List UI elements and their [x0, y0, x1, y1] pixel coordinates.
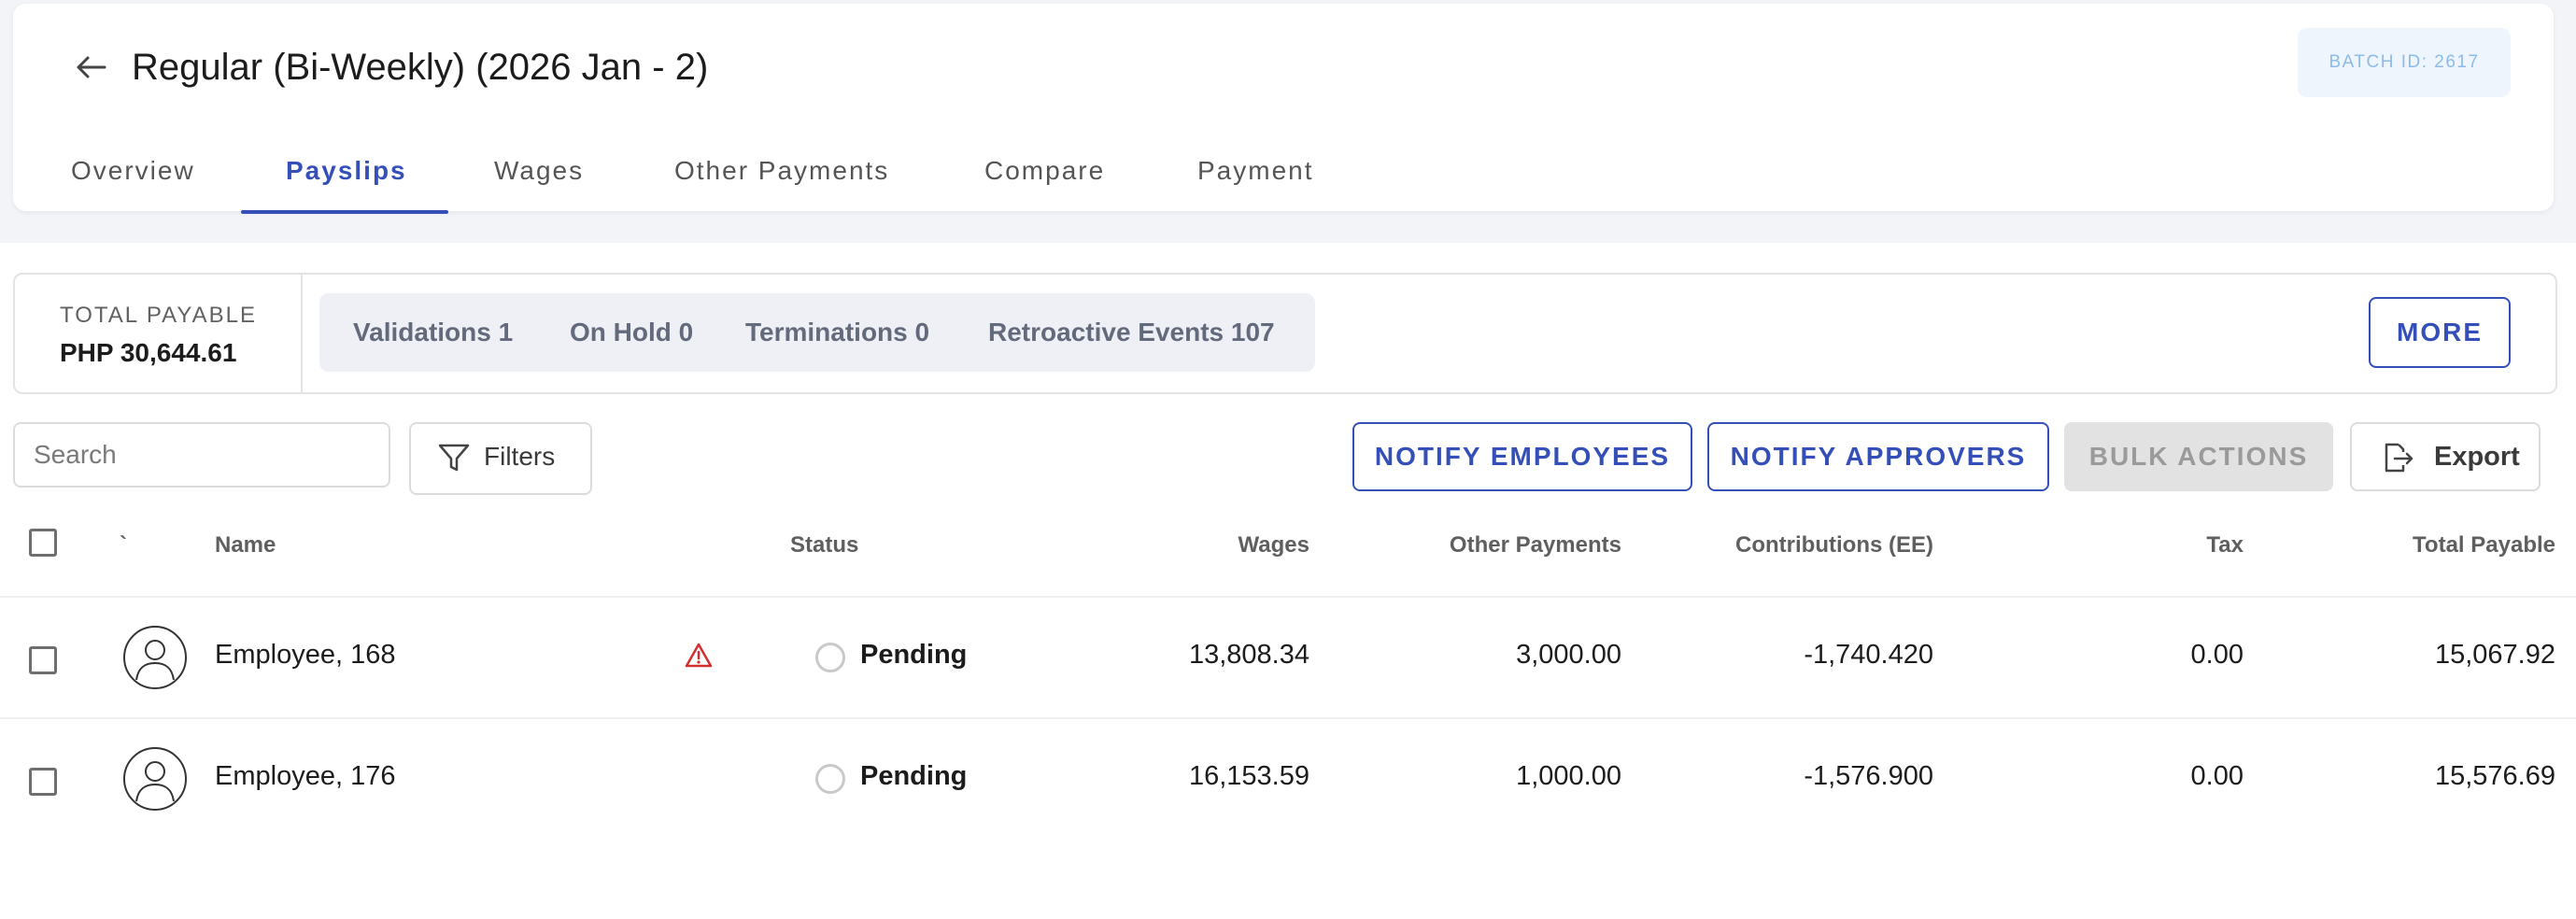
search-input[interactable] — [13, 422, 390, 488]
summary-divider — [301, 275, 303, 392]
warning-icon[interactable] — [684, 641, 714, 671]
person-icon — [135, 640, 175, 681]
pending-status-icon — [815, 764, 845, 794]
main-content: TOTAL PAYABLE PHP 30,644.61 Validations … — [0, 243, 2576, 919]
total-payable-value: 15,576.69 — [2434, 761, 2555, 791]
avatar — [123, 747, 187, 811]
column-header-status[interactable]: Status — [790, 532, 858, 558]
column-header-marker: ` — [120, 532, 127, 558]
table-row[interactable]: Employee, 176 Pending 16,153.59 1,000.00… — [0, 719, 2576, 839]
table-row[interactable]: Employee, 168 Pending 13,808.34 3,000.00… — [0, 598, 2576, 717]
batch-id-badge: BATCH ID: 2617 — [2298, 28, 2511, 97]
terminations-chip[interactable]: Terminations 0 — [745, 293, 929, 372]
back-arrow-icon[interactable] — [71, 47, 112, 88]
employee-name[interactable]: Employee, 176 — [215, 761, 395, 792]
tab-payment[interactable]: Payment — [1197, 144, 1314, 217]
column-header-name[interactable]: Name — [215, 532, 276, 558]
column-header-tax[interactable]: Tax — [2057, 532, 2243, 558]
row-checkbox[interactable] — [29, 768, 57, 796]
contributions-value: -1,740.420 — [1804, 640, 1933, 670]
export-label: Export — [2434, 442, 2520, 472]
column-header-wages[interactable]: Wages — [1123, 532, 1309, 558]
active-tab-indicator — [241, 210, 448, 214]
column-header-contributions[interactable]: Contributions (EE) — [1653, 532, 1933, 558]
avatar — [123, 626, 187, 689]
header-card: Regular (Bi-Weekly) (2026 Jan - 2) BATCH… — [13, 4, 2554, 214]
summary-bar: TOTAL PAYABLE PHP 30,644.61 Validations … — [13, 273, 2557, 394]
export-icon — [2385, 443, 2413, 473]
filter-icon — [438, 444, 470, 472]
tab-compare[interactable]: Compare — [984, 144, 1105, 217]
tax-value: 0.00 — [2190, 640, 2243, 670]
wages-value: 16,153.59 — [1188, 761, 1309, 791]
retroactive-events-chip[interactable]: Retroactive Events 107 — [988, 293, 1275, 372]
tab-payslips[interactable]: Payslips — [286, 144, 407, 217]
select-all-checkbox[interactable] — [29, 529, 57, 557]
event-chip-group: Validations 1 On Hold 0 Terminations 0 R… — [319, 293, 1315, 372]
filters-label: Filters — [484, 442, 556, 471]
tab-other-payments[interactable]: Other Payments — [674, 144, 889, 217]
notify-approvers-button[interactable]: NOTIFY APPROVERS — [1707, 422, 2049, 491]
row-checkbox[interactable] — [29, 646, 57, 674]
employee-name[interactable]: Employee, 168 — [215, 640, 395, 671]
more-button[interactable]: MORE — [2369, 297, 2511, 368]
export-button[interactable]: Export — [2350, 422, 2541, 491]
total-payable-value: PHP 30,644.61 — [60, 338, 237, 367]
status-text: Pending — [860, 761, 968, 791]
bulk-actions-button[interactable]: BULK ACTIONS — [2064, 422, 2333, 491]
tab-overview[interactable]: Overview — [71, 144, 195, 217]
status-text: Pending — [860, 640, 968, 670]
other-payments-value: 1,000.00 — [1516, 761, 1621, 791]
total-payable-value: 15,067.92 — [2434, 640, 2555, 670]
validations-chip[interactable]: Validations 1 — [353, 293, 513, 372]
other-payments-value: 3,000.00 — [1516, 640, 1621, 670]
column-header-total-payable[interactable]: Total Payable — [2275, 532, 2555, 558]
pending-status-icon — [815, 643, 845, 672]
tax-value: 0.00 — [2190, 761, 2243, 791]
wages-value: 13,808.34 — [1188, 640, 1309, 670]
column-header-other-payments[interactable]: Other Payments — [1341, 532, 1621, 558]
total-payable-caption: TOTAL PAYABLE — [60, 303, 257, 328]
person-icon — [135, 761, 175, 802]
page-title: Regular (Bi-Weekly) (2026 Jan - 2) — [132, 47, 709, 88]
on-hold-chip[interactable]: On Hold 0 — [570, 293, 693, 372]
notify-employees-button[interactable]: NOTIFY EMPLOYEES — [1352, 422, 1692, 491]
contributions-value: -1,576.900 — [1804, 761, 1933, 791]
tab-wages[interactable]: Wages — [494, 144, 584, 217]
filters-button[interactable]: Filters — [409, 422, 592, 495]
